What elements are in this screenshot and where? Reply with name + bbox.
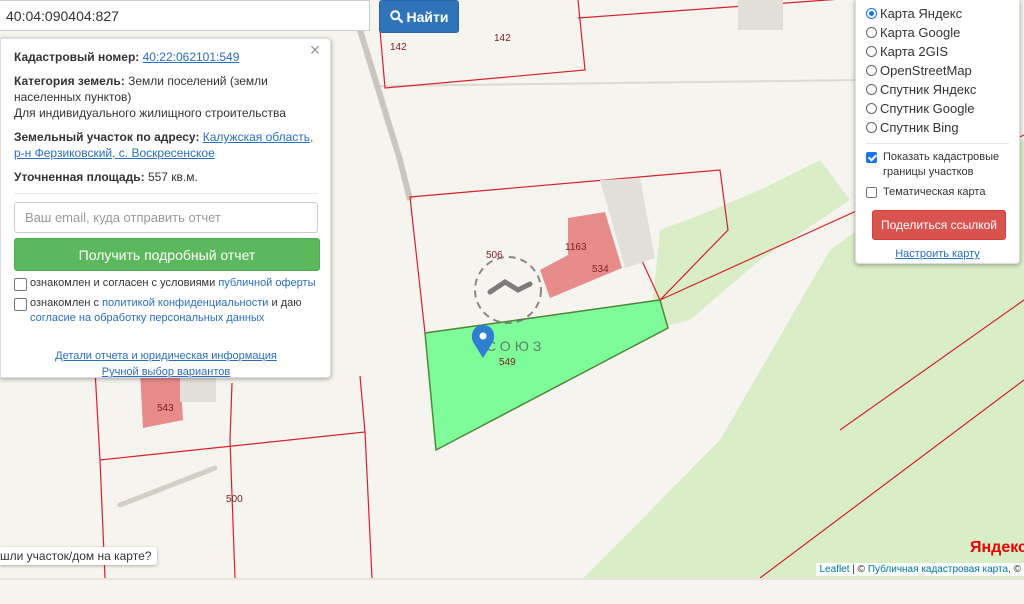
cadastral-map-link[interactable]: Публичная кадастровая карта bbox=[868, 564, 1008, 575]
agree-offer-text: ознакомлен и согласен с условиями публич… bbox=[30, 277, 316, 289]
search-button-label: Найти bbox=[406, 8, 449, 25]
cadastral-number-link[interactable]: 40:22:062101:549 bbox=[143, 50, 240, 64]
search-icon bbox=[389, 10, 403, 23]
checkbox-icon bbox=[866, 187, 877, 198]
parcel-label: 534 bbox=[592, 264, 609, 275]
building-5 bbox=[738, 0, 783, 30]
email-input[interactable] bbox=[14, 202, 318, 233]
close-icon[interactable]: × bbox=[308, 41, 322, 59]
parcel-label: 549 bbox=[499, 357, 516, 368]
agree-privacy: ознакомлен с политикой конфиденциальност… bbox=[14, 296, 318, 326]
search-button[interactable]: Найти bbox=[379, 0, 459, 33]
yandex-logo: Яндекс bbox=[970, 539, 1024, 556]
area-value: 557 кв.м. bbox=[147, 170, 198, 184]
address-row: Земельный участок по адресу: Калужская о… bbox=[14, 129, 318, 161]
layer-switcher: Карта Яндекс Карта Google Карта 2GIS Ope… bbox=[855, 0, 1020, 264]
area-label: Уточненная площадь: bbox=[14, 170, 145, 184]
checkbox-checked-icon bbox=[866, 152, 877, 163]
search-input[interactable] bbox=[0, 0, 370, 31]
agree-offer: ознакомлен и согласен с условиями публич… bbox=[14, 276, 318, 291]
parcel-label: 142 bbox=[390, 42, 407, 53]
layer-option-osm[interactable]: OpenStreetMap bbox=[866, 61, 1019, 80]
radio-icon bbox=[866, 65, 877, 76]
radio-icon bbox=[866, 46, 877, 57]
layer-option-google-satellite[interactable]: Спутник Google bbox=[866, 99, 1019, 118]
consent-link[interactable]: согласие на обработку персональных данны… bbox=[30, 312, 264, 324]
area-row: Уточненная площадь: 557 кв.м. bbox=[14, 169, 318, 185]
building-3 bbox=[140, 372, 183, 428]
parcel-info-popup: × Кадастровый номер: 40:22:062101:549 Ка… bbox=[0, 38, 331, 378]
get-report-button[interactable]: Получить подробный отчет bbox=[14, 238, 320, 271]
parcel-label: 142 bbox=[494, 33, 511, 44]
layer-option-yandex-map[interactable]: Карта Яндекс bbox=[866, 4, 1019, 23]
agree-privacy-text: ознакомлен с политикой конфиденциальност… bbox=[30, 297, 302, 324]
radio-icon bbox=[866, 103, 877, 114]
layer-option-bing-satellite[interactable]: Спутник Bing bbox=[866, 118, 1019, 137]
offer-link[interactable]: публичной оферты bbox=[218, 277, 315, 289]
parcel-label: 543 bbox=[157, 403, 174, 414]
bottom-bar bbox=[0, 578, 1024, 604]
address-label: Земельный участок по адресу: bbox=[14, 130, 200, 144]
radio-icon bbox=[866, 84, 877, 95]
radio-icon bbox=[866, 27, 877, 38]
share-link-button[interactable]: Поделиться ссылкой bbox=[872, 210, 1006, 240]
divider bbox=[866, 143, 1009, 144]
parcel-label: 1163 bbox=[565, 242, 587, 253]
category-row: Категория земель: Земли поселений (земли… bbox=[14, 73, 318, 121]
layer-option-2gis-map[interactable]: Карта 2GIS bbox=[866, 42, 1019, 61]
radio-icon bbox=[866, 8, 877, 19]
watermark-text: СОЮЗ bbox=[486, 338, 545, 354]
radio-icon bbox=[866, 122, 877, 133]
category-use: Для индивидуального жилищного строительс… bbox=[14, 106, 286, 120]
leaflet-link[interactable]: Leaflet bbox=[819, 564, 849, 575]
configure-map-link[interactable]: Настроить карту bbox=[866, 248, 1009, 260]
divider bbox=[14, 193, 318, 194]
manual-select-link[interactable]: Ручной выбор вариантов bbox=[102, 366, 230, 378]
parcel-label: 500 bbox=[226, 494, 243, 505]
show-boundaries-toggle[interactable]: Показать кадастровые границы участков bbox=[866, 150, 1019, 180]
offer-checkbox[interactable] bbox=[14, 278, 27, 291]
parcel-label: 506 bbox=[486, 250, 503, 261]
thematic-map-toggle[interactable]: Тематическая карта bbox=[866, 185, 1019, 200]
map-attribution: Leaflet | © Публичная кадастровая карта,… bbox=[816, 563, 1024, 576]
privacy-link[interactable]: политикой конфиденциальности bbox=[102, 297, 268, 309]
layer-option-yandex-satellite[interactable]: Спутник Яндекс bbox=[866, 80, 1019, 99]
category-label: Категория земель: bbox=[14, 74, 125, 88]
cadastral-label: Кадастровый номер: bbox=[14, 50, 140, 64]
privacy-checkbox[interactable] bbox=[14, 298, 27, 311]
layer-option-google-map[interactable]: Карта Google bbox=[866, 23, 1019, 42]
feedback-tab[interactable]: шли участок/дом на карте? bbox=[0, 547, 158, 565]
panel-links: Детали отчета и юридическая информация Р… bbox=[14, 348, 318, 380]
cadastral-row: Кадастровый номер: 40:22:062101:549 bbox=[14, 49, 318, 65]
details-link[interactable]: Детали отчета и юридическая информация bbox=[55, 350, 277, 362]
